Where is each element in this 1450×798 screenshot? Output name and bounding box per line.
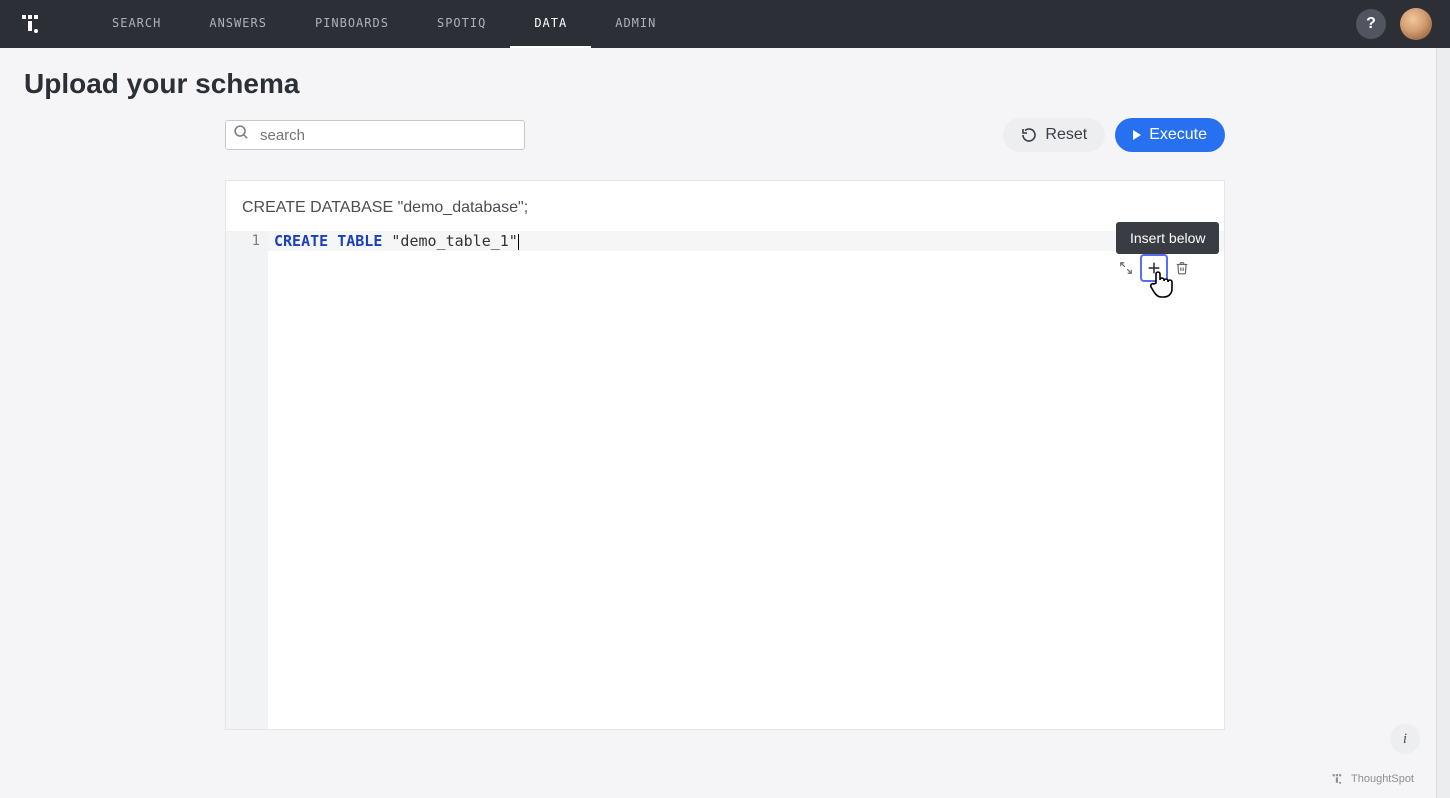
nav-answers[interactable]: ANSWERS xyxy=(185,0,291,48)
editor-line-1[interactable]: 1 CREATE TABLE "demo_table_1" xyxy=(226,231,1224,251)
user-avatar[interactable] xyxy=(1400,8,1432,40)
editor-card: CREATE DATABASE "demo_database"; 1 CREAT… xyxy=(225,180,1225,730)
nav-admin[interactable]: ADMIN xyxy=(591,0,680,48)
trash-icon[interactable] xyxy=(1174,260,1190,276)
reset-label: Reset xyxy=(1045,126,1087,144)
nav-spotiq[interactable]: SPOTIQ xyxy=(413,0,510,48)
nav-right: ? xyxy=(1356,8,1432,40)
logo-icon xyxy=(19,11,45,37)
editor-body[interactable] xyxy=(226,251,1224,729)
text-caret xyxy=(518,234,519,250)
collapse-icon[interactable] xyxy=(1118,260,1134,276)
execute-button[interactable]: Execute xyxy=(1115,118,1225,152)
action-bar: Reset Execute xyxy=(225,110,1225,160)
editor-header-text: CREATE DATABASE "demo_database"; xyxy=(226,181,1224,231)
nav-items: SEARCH ANSWERS PINBOARDS SPOTIQ DATA ADM… xyxy=(88,0,680,48)
plus-icon xyxy=(1146,260,1162,276)
nav-data[interactable]: DATA xyxy=(510,0,591,48)
reset-button[interactable]: Reset xyxy=(1003,118,1105,152)
insert-below-button[interactable] xyxy=(1140,254,1168,282)
gutter-rest xyxy=(226,251,268,729)
app-logo[interactable] xyxy=(18,10,46,38)
footer-brand: ThoughtSpot xyxy=(1331,772,1414,786)
reset-icon xyxy=(1021,127,1037,143)
play-icon xyxy=(1133,130,1141,140)
help-button[interactable]: ? xyxy=(1356,9,1386,39)
code-keyword: CREATE TABLE xyxy=(274,232,382,250)
footer-brand-label: ThoughtSpot xyxy=(1351,773,1414,785)
scrollbar-track[interactable] xyxy=(1436,48,1450,798)
row-actions xyxy=(1118,254,1190,282)
nav-search[interactable]: SEARCH xyxy=(88,0,185,48)
code-string: "demo_table_1" xyxy=(391,232,517,250)
execute-label: Execute xyxy=(1149,126,1207,144)
search-icon xyxy=(233,124,250,146)
search-wrap xyxy=(225,120,525,150)
page-title: Upload your schema xyxy=(0,48,1450,110)
line-number-1: 1 xyxy=(226,231,268,251)
code-rest[interactable] xyxy=(268,251,1224,729)
top-nav: SEARCH ANSWERS PINBOARDS SPOTIQ DATA ADM… xyxy=(0,0,1450,48)
tooltip-insert-below: Insert below xyxy=(1116,222,1219,254)
search-input[interactable] xyxy=(225,120,525,150)
footer-logo-icon xyxy=(1331,772,1345,786)
info-button[interactable]: i xyxy=(1390,724,1420,754)
code-line-1[interactable]: CREATE TABLE "demo_table_1" xyxy=(268,231,1224,251)
nav-pinboards[interactable]: PINBOARDS xyxy=(291,0,413,48)
